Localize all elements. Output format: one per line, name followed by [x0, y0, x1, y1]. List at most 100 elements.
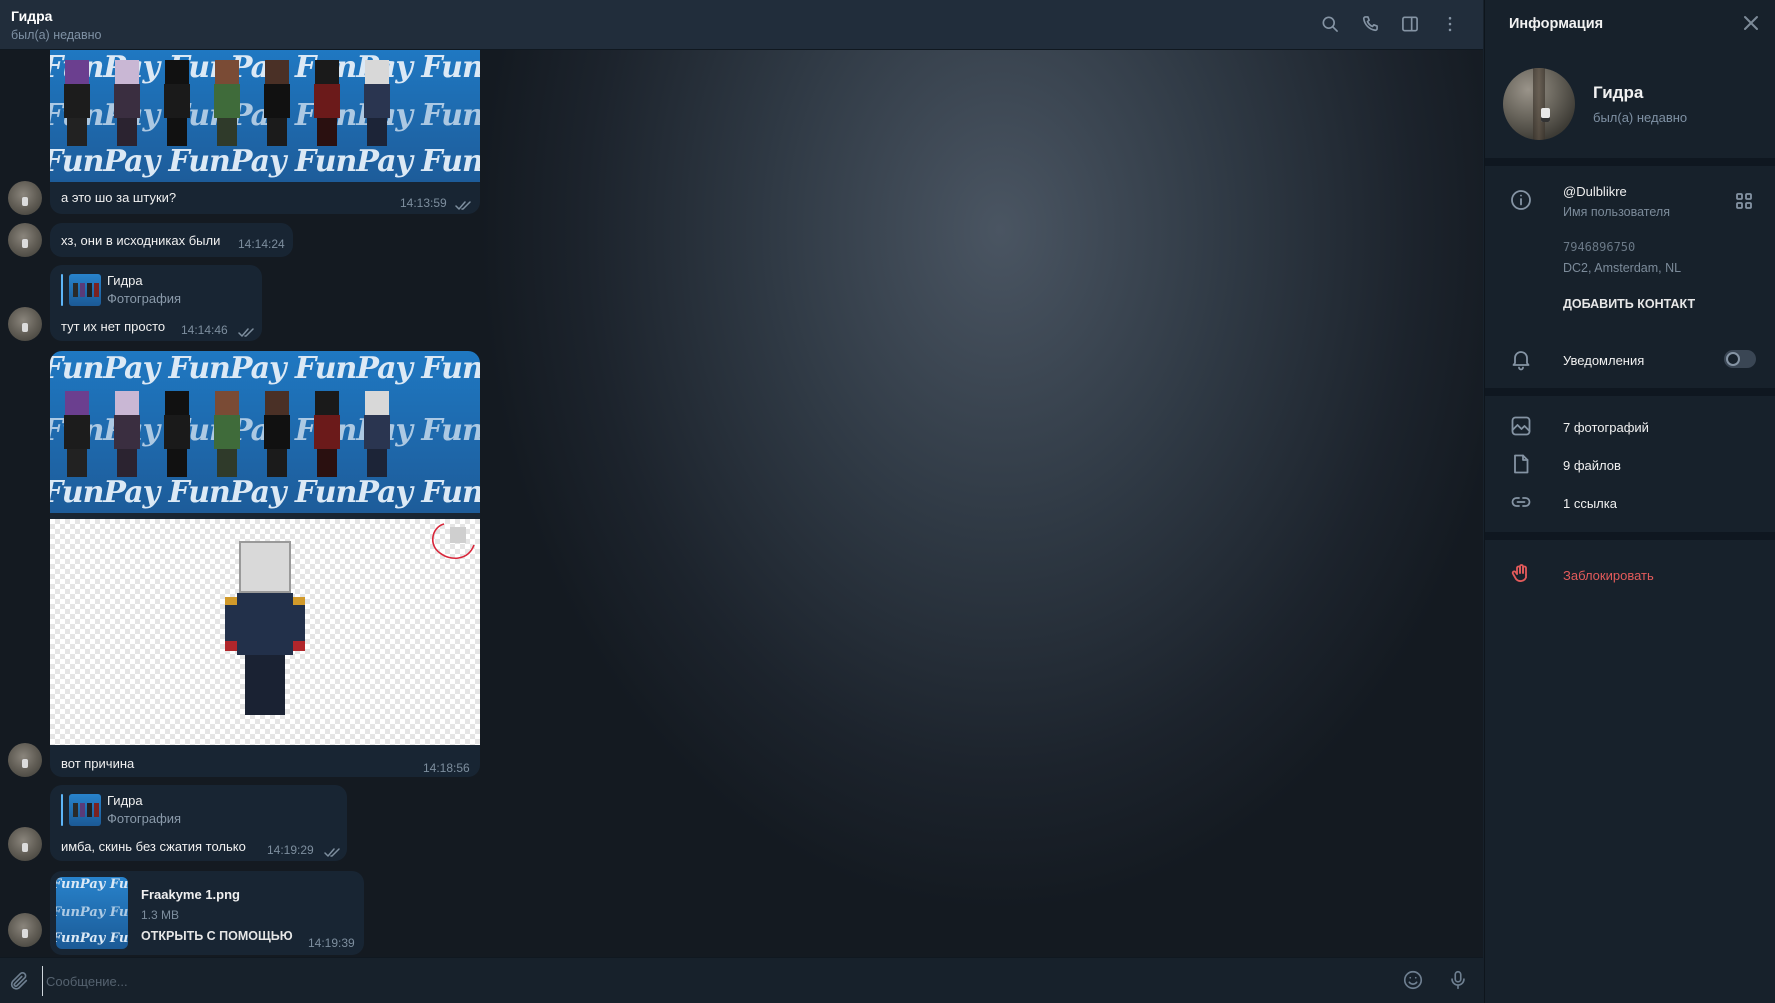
- message-time: 14:14:24: [238, 237, 285, 251]
- skin-figure: [225, 541, 305, 721]
- shared-photos-row[interactable]: 7 фотографий: [1485, 408, 1775, 444]
- skin-figure: [60, 60, 94, 146]
- skin-figure: [210, 391, 244, 477]
- search-icon[interactable]: [1319, 13, 1341, 35]
- message-text-bubble[interactable]: хз, они в исходниках были 14:14:24: [50, 223, 293, 257]
- message-input[interactable]: [42, 966, 1382, 996]
- message-time: 14:19:29: [267, 843, 314, 857]
- phone-icon[interactable]: [1359, 13, 1381, 35]
- skin-figure: [160, 60, 194, 146]
- sidebar-toggle-icon[interactable]: [1399, 13, 1421, 35]
- reply-quote[interactable]: Гидра Фотография: [61, 273, 181, 306]
- link-icon: [1509, 490, 1533, 514]
- funpay-text-row: FunPay FunPay FunPay FunPay FunPay: [56, 931, 128, 946]
- avatar[interactable]: [8, 223, 42, 257]
- message-text: вот причина: [61, 756, 135, 771]
- message-file-bubble[interactable]: FunPay FunPay FunPay FunPay FunPay FunPa…: [50, 871, 364, 955]
- block-user-row[interactable]: Заблокировать: [1485, 556, 1775, 592]
- read-ticks-icon: [324, 845, 342, 857]
- section-divider: [1485, 158, 1775, 166]
- avatar[interactable]: [8, 307, 42, 341]
- message-text: хз, они в исходниках были: [61, 233, 221, 248]
- file-size: 1.3 MB: [141, 908, 180, 922]
- funpay-photo[interactable]: FunPay FunPay FunPay FunPay FunPay FunPa…: [50, 50, 480, 182]
- open-with-button[interactable]: ОТКРЫТЬ С ПОМОЩЬЮ: [141, 929, 293, 943]
- close-icon[interactable]: [1742, 14, 1760, 32]
- avatar[interactable]: [8, 913, 42, 947]
- message-history[interactable]: FunPay FunPay FunPay FunPay FunPay FunPa…: [0, 50, 1483, 957]
- skin-figure: [360, 391, 394, 477]
- reply-texts: Гидра Фотография: [107, 273, 181, 306]
- reply-type: Фотография: [107, 811, 182, 826]
- header-actions: [1319, 13, 1461, 35]
- profile-status: был(а) недавно: [1593, 110, 1688, 125]
- reply-bar: [61, 273, 63, 306]
- info-title: Информация: [1509, 16, 1604, 32]
- profile-name: Гидра: [1593, 83, 1644, 102]
- message-text: тут их нет просто: [61, 319, 166, 334]
- message-reply-bubble[interactable]: Гидра Фотография имба, скинь без сжатия …: [50, 785, 347, 861]
- message-time: 14:14:46: [181, 323, 228, 337]
- photos-count: 7 фотографий: [1563, 420, 1649, 435]
- skin-figure: [110, 60, 144, 146]
- reply-author: Гидра: [107, 793, 143, 808]
- message-photo[interactable]: FunPay FunPay FunPay FunPay FunPay FunPa…: [50, 50, 480, 214]
- links-count: 1 ссылка: [1563, 496, 1617, 511]
- info-panel: Информация Гидра был(а) недавно @Dulblik…: [1484, 0, 1775, 1003]
- message-reply-bubble[interactable]: Гидра Фотография тут их нет просто 14:14…: [50, 265, 262, 341]
- section-divider: [1485, 388, 1775, 396]
- funpay-photo[interactable]: FunPay FunPay FunPay FunPay FunPay FunPa…: [50, 351, 480, 513]
- files-count: 9 файлов: [1563, 458, 1621, 473]
- funpay-text-row: FunPay FunPay FunPay FunPay FunPay: [50, 144, 480, 179]
- avatar[interactable]: [8, 181, 42, 215]
- qr-code-icon[interactable]: [1735, 192, 1753, 210]
- skin-figure: [310, 391, 344, 477]
- reply-bar: [61, 793, 63, 826]
- hand-stop-icon: [1509, 562, 1533, 586]
- reply-thumbnail: [69, 273, 101, 306]
- chat-header[interactable]: Гидра был(а) недавно: [0, 0, 1483, 50]
- avatar[interactable]: [8, 827, 42, 861]
- read-ticks-icon: [238, 325, 256, 337]
- shared-links-row[interactable]: 1 ссылка: [1485, 484, 1775, 520]
- microphone-icon[interactable]: [1447, 969, 1469, 996]
- block-user-button[interactable]: Заблокировать: [1563, 568, 1654, 583]
- reply-thumbnail: [69, 793, 101, 826]
- skin-figure: [360, 60, 394, 146]
- bell-icon: [1509, 347, 1533, 371]
- section-divider: [1485, 532, 1775, 540]
- message-time: 14:13:59: [400, 196, 447, 210]
- skin-figure: [210, 60, 244, 146]
- file-thumbnail[interactable]: FunPay FunPay FunPay FunPay FunPay FunPa…: [56, 877, 128, 949]
- profile-avatar[interactable]: [1503, 68, 1575, 140]
- phone-number[interactable]: 7946896750: [1563, 240, 1635, 254]
- add-contact-button[interactable]: ДОБАВИТЬ КОНТАКТ: [1563, 297, 1695, 311]
- read-ticks-icon: [455, 198, 473, 210]
- more-vertical-icon[interactable]: [1439, 13, 1461, 35]
- paperclip-icon[interactable]: [8, 970, 30, 997]
- avatar[interactable]: [8, 743, 42, 777]
- shared-files-row[interactable]: 9 файлов: [1485, 446, 1775, 482]
- reply-author: Гидра: [107, 273, 143, 288]
- skin-figure: [160, 391, 194, 477]
- reply-quote[interactable]: Гидра Фотография: [61, 793, 181, 826]
- datacenter-info: DC2, Amsterdam, NL: [1563, 261, 1682, 275]
- message-composer: [0, 957, 1483, 1003]
- red-circle-annotation: [432, 523, 475, 560]
- notifications-toggle[interactable]: [1724, 350, 1756, 368]
- chat-title: Гидра: [11, 7, 53, 24]
- message-album[interactable]: FunPay FunPay FunPay FunPay FunPay FunPa…: [50, 351, 480, 777]
- username-value[interactable]: @Dulblikre: [1563, 184, 1627, 199]
- toggle-knob: [1726, 352, 1740, 366]
- skin-figure: [110, 391, 144, 477]
- skin-photo[interactable]: [50, 519, 480, 745]
- file-name: Fraakyme 1.png: [141, 887, 240, 902]
- chat-title-block[interactable]: Гидра был(а) недавно: [11, 8, 102, 42]
- message-time: 14:19:39: [308, 936, 355, 950]
- reply-texts: Гидра Фотография: [107, 793, 181, 826]
- skin-figure: [60, 391, 94, 477]
- message-time: 14:18:56: [423, 761, 470, 775]
- message-text: имба, скинь без сжатия только: [61, 839, 246, 854]
- reply-type: Фотография: [107, 291, 182, 306]
- emoji-icon[interactable]: [1402, 969, 1424, 996]
